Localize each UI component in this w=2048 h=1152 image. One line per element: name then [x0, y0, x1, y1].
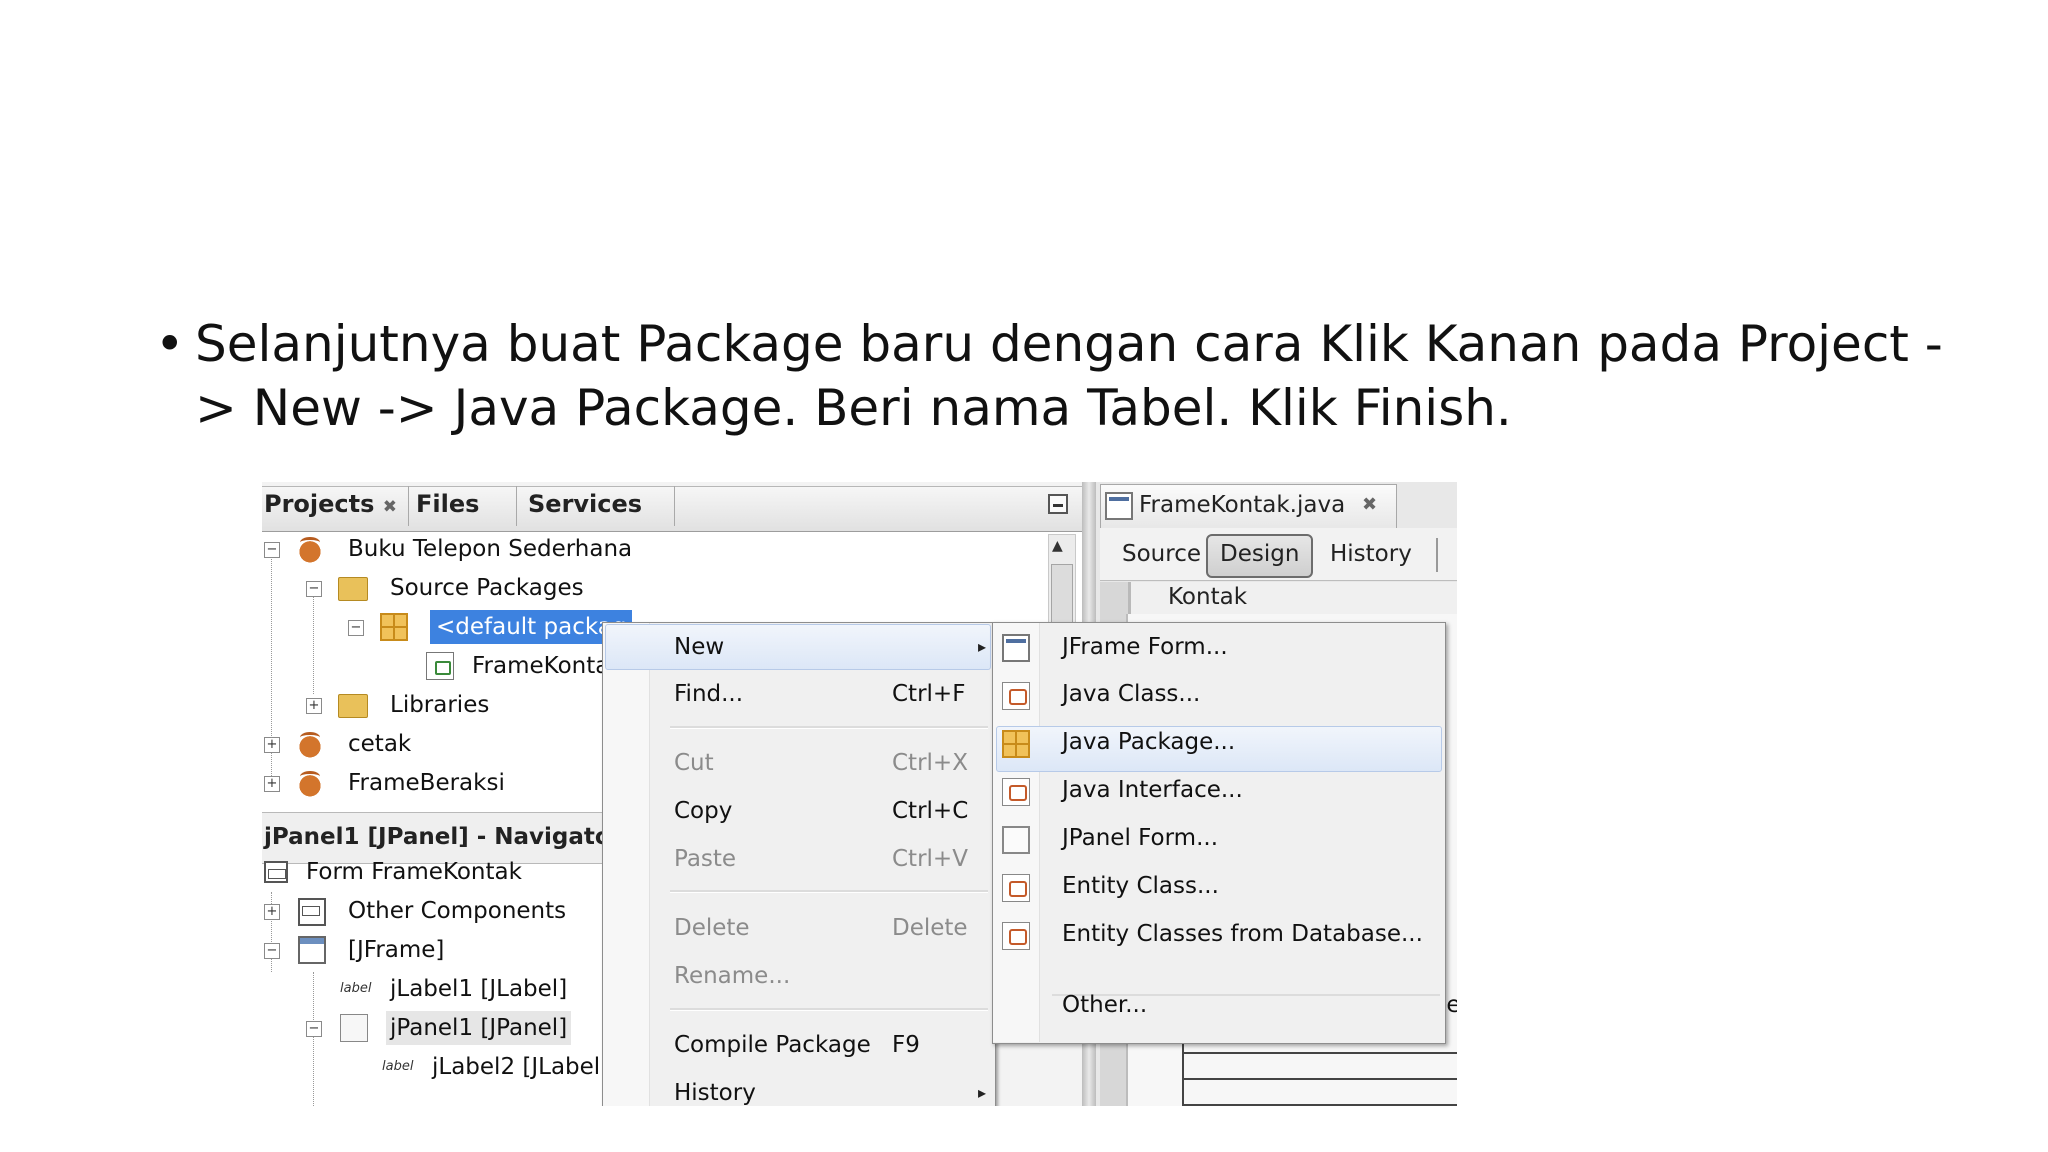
scroll-up-icon[interactable]: ▲ — [1052, 538, 1063, 554]
tree-item-label: Buku Telepon Sederhana — [348, 536, 633, 562]
collapse-icon[interactable]: − — [306, 1021, 322, 1037]
collapse-icon[interactable]: − — [264, 542, 280, 558]
menu-item-rename[interactable]: Rename... — [674, 961, 790, 991]
source-button[interactable]: Source — [1110, 534, 1213, 574]
menu-separator — [670, 726, 988, 729]
menu-item-copy[interactable]: Copy — [674, 796, 732, 826]
collapse-icon[interactable]: − — [264, 943, 280, 959]
bullet-icon: • — [155, 315, 185, 373]
menu-item-find[interactable]: Find... — [674, 679, 743, 709]
design-button[interactable]: Design — [1206, 534, 1314, 578]
package-icon — [380, 613, 408, 641]
menu-item-cut[interactable]: Cut — [674, 748, 714, 778]
submenu-item-other[interactable]: Other... — [1062, 990, 1147, 1020]
collapse-icon[interactable]: − — [306, 581, 322, 597]
menu-item-delete[interactable]: Delete — [674, 913, 750, 943]
menu-icon-gutter — [603, 623, 650, 1106]
project-icon — [296, 730, 324, 758]
menu-separator — [670, 1008, 988, 1011]
expand-icon[interactable]: + — [306, 698, 322, 714]
tree-item-label: FrameKonta — [472, 653, 610, 679]
shortcut-find: Ctrl+F — [892, 681, 966, 707]
slide-instruction-text: Selanjutnya buat Package baru dengan car… — [195, 315, 1943, 437]
menu-item-history[interactable]: History — [674, 1078, 756, 1106]
shortcut-copy: Ctrl+C — [892, 798, 969, 824]
entity-db-icon — [1002, 922, 1030, 950]
nav-item-label: Form FrameKontak — [306, 859, 522, 885]
minimize-window-icon[interactable] — [1048, 494, 1068, 514]
tab-services[interactable]: Services — [528, 486, 642, 522]
tree-item-label: Source Packages — [390, 575, 584, 601]
navigator-title: jPanel1 [JPanel] - Navigator — [264, 824, 623, 850]
jpanel-form-icon — [1002, 826, 1030, 854]
tab-separator — [516, 486, 517, 526]
close-icon[interactable]: ✖ — [1362, 494, 1377, 515]
java-interface-icon — [1002, 778, 1030, 806]
expand-icon[interactable]: + — [264, 737, 280, 753]
submenu-item-jpanel-form[interactable]: JPanel Form... — [1062, 823, 1218, 853]
java-class-icon — [1002, 682, 1030, 710]
submenu-item-java-interface[interactable]: Java Interface... — [1062, 775, 1243, 805]
tab-separator — [408, 486, 409, 526]
shortcut-paste: Ctrl+V — [892, 846, 968, 872]
jframe-form-icon — [1002, 634, 1030, 662]
submenu-arrow-icon: ▸ — [978, 1083, 987, 1102]
nav-item-label: Other Components — [348, 898, 567, 924]
menu-item-paste[interactable]: Paste — [674, 844, 736, 874]
close-icon[interactable]: ✖ — [383, 497, 397, 517]
submenu-item-java-class[interactable]: Java Class... — [1062, 679, 1200, 709]
source-packages-icon — [338, 577, 368, 601]
label-icon: label — [340, 981, 372, 996]
menu-hover-highlight — [605, 624, 991, 670]
java-form-icon — [426, 652, 454, 680]
label-icon: label — [382, 1059, 414, 1074]
jframe-icon — [298, 936, 326, 964]
tree-line — [313, 586, 314, 694]
project-icon — [296, 769, 324, 797]
tree-item-label: cetak — [348, 731, 412, 757]
nav-item-label: [JFrame] — [348, 937, 445, 963]
components-icon — [298, 898, 326, 926]
history-button[interactable]: History — [1318, 534, 1424, 574]
tab-separator — [674, 486, 675, 526]
jpanel-icon — [340, 1014, 368, 1042]
tab-projects-label: Projects — [264, 490, 375, 518]
java-file-icon — [1105, 492, 1133, 520]
netbeans-screenshot: Projects ✖ Files Services − Buku Telepon… — [262, 482, 1457, 1106]
shortcut-compile: F9 — [892, 1032, 920, 1058]
menu-item-compile-package[interactable]: Compile Package — [674, 1030, 871, 1060]
new-submenu — [992, 622, 1446, 1044]
expand-icon[interactable]: + — [264, 776, 280, 792]
toolbar-separator — [1436, 538, 1438, 572]
form-icon — [264, 861, 288, 883]
submenu-item-java-package[interactable]: Java Package... — [1062, 727, 1235, 757]
tree-item-label: Libraries — [390, 692, 490, 718]
expand-icon[interactable]: + — [264, 904, 280, 920]
file-tab-label: FrameKontak.java — [1139, 492, 1346, 518]
form-title-text: Kontak — [1168, 584, 1248, 610]
shortcut-cut: Ctrl+X — [892, 750, 968, 776]
shortcut-delete: Delete — [892, 915, 968, 941]
nav-item-label: jPanel1 [JPanel] — [386, 1011, 572, 1045]
menu-item-new[interactable]: New — [674, 632, 724, 662]
submenu-arrow-icon: ▸ — [978, 637, 987, 656]
table-grid — [1182, 1042, 1457, 1106]
nav-item-label: jLabel1 [JLabel] — [390, 976, 568, 1002]
java-package-icon — [1002, 730, 1030, 758]
collapse-icon[interactable]: − — [348, 620, 364, 636]
nav-item-label: jLabel2 [JLabel] — [432, 1054, 610, 1080]
scrollbar-thumb[interactable] — [1051, 564, 1073, 626]
submenu-item-jframe-form[interactable]: JFrame Form... — [1062, 632, 1228, 662]
tab-projects[interactable]: Projects ✖ — [264, 486, 397, 522]
tree-line — [313, 972, 314, 1106]
tab-files[interactable]: Files — [416, 486, 479, 522]
submenu-item-entity-class[interactable]: Entity Class... — [1062, 871, 1219, 901]
entity-class-icon — [1002, 874, 1030, 902]
project-icon — [296, 535, 324, 563]
libraries-icon — [338, 694, 368, 718]
menu-separator — [670, 890, 988, 893]
submenu-item-entity-classes-db[interactable]: Entity Classes from Database... — [1062, 919, 1423, 949]
tree-item-label: FrameBeraksi — [348, 770, 505, 796]
